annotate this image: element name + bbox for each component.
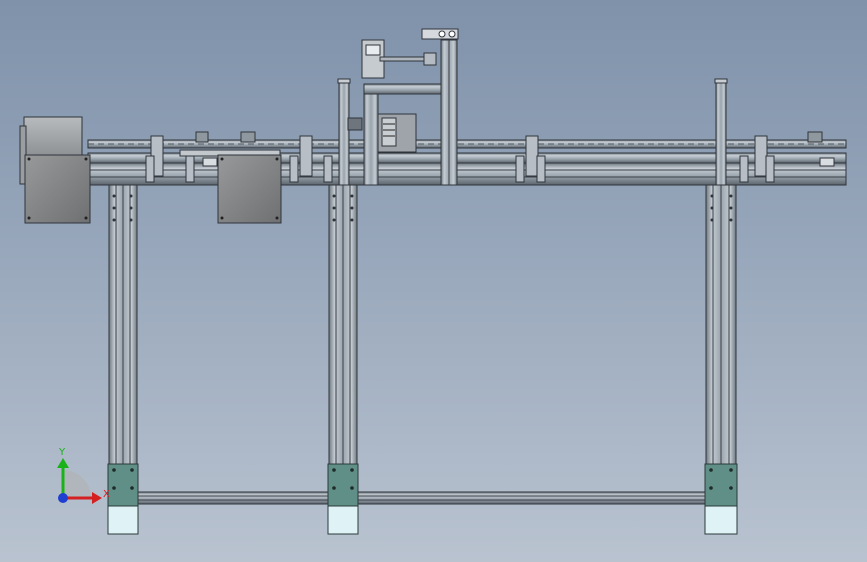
upright-post-right [714,78,728,186]
conveyor-frame-model[interactable]: Y X [0,0,867,562]
leg-holes [112,194,733,222]
conveyor-rail [87,139,847,186]
leg-right [705,183,737,467]
bottom-crossbar [136,491,707,505]
triad-y-label: Y [58,447,66,458]
leg-left [108,183,138,467]
leg-middle [328,183,358,467]
cad-viewport[interactable]: Y X [0,0,867,562]
foot-middle [327,463,359,535]
foot-left [107,463,139,535]
foot-right [704,463,738,535]
triad-x-label: X [103,489,110,500]
coordinate-triad-icon: Y X [57,447,110,504]
upright-post-middle [337,78,351,186]
drive-motor-left [19,116,91,224]
